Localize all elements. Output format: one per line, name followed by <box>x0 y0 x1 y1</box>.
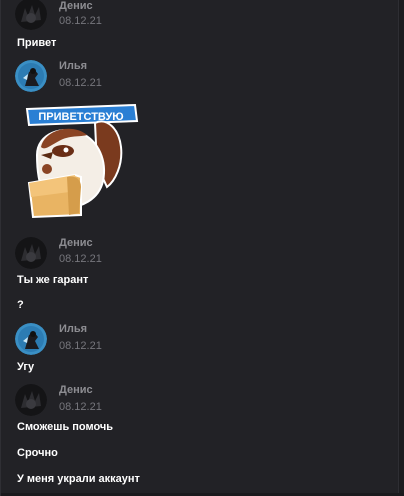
message-text: Ты же гарант <box>17 274 89 286</box>
sticker-caption: ПРИВЕТСТВУЮ <box>38 111 123 123</box>
scrollbar-track[interactable] <box>398 0 404 496</box>
message-text: У меня украли аккаунт <box>17 473 140 485</box>
author-name[interactable]: Илья <box>59 323 87 335</box>
message-date: 08.12.21 <box>59 15 102 27</box>
avatar-denis[interactable] <box>15 0 47 30</box>
message-text: Угу <box>17 361 35 373</box>
chat-log: Денис 08.12.21 Привет Илья 08.12.21 ПРИВ… <box>0 0 404 496</box>
dark-spiky-avatar-icon <box>15 0 47 30</box>
sparrow-sticker-icon[interactable]: ПРИВЕТСТВУЮ <box>23 95 141 220</box>
author-name[interactable]: Денис <box>59 384 93 396</box>
avatar-ilya[interactable] <box>15 323 47 355</box>
message-date: 08.12.21 <box>59 77 102 89</box>
message-date: 08.12.21 <box>59 340 102 352</box>
blue-character-avatar-icon <box>15 60 47 92</box>
message-date: 08.12.21 <box>59 401 102 413</box>
avatar-denis[interactable] <box>15 237 47 269</box>
blue-character-avatar-icon <box>15 323 47 355</box>
dark-spiky-avatar-icon <box>15 237 47 269</box>
message-date: 08.12.21 <box>59 253 102 265</box>
avatar-ilya[interactable] <box>15 60 47 92</box>
message-text: Привет <box>17 37 57 49</box>
author-name[interactable]: Илья <box>59 60 87 72</box>
author-name[interactable]: Денис <box>59 237 93 249</box>
author-name[interactable]: Денис <box>59 0 93 12</box>
message-text: Срочно <box>17 447 58 459</box>
avatar-denis[interactable] <box>15 384 47 416</box>
dark-spiky-avatar-icon <box>15 384 47 416</box>
message-text: Сможешь помочь <box>17 421 114 433</box>
message-text: ? <box>17 299 24 311</box>
